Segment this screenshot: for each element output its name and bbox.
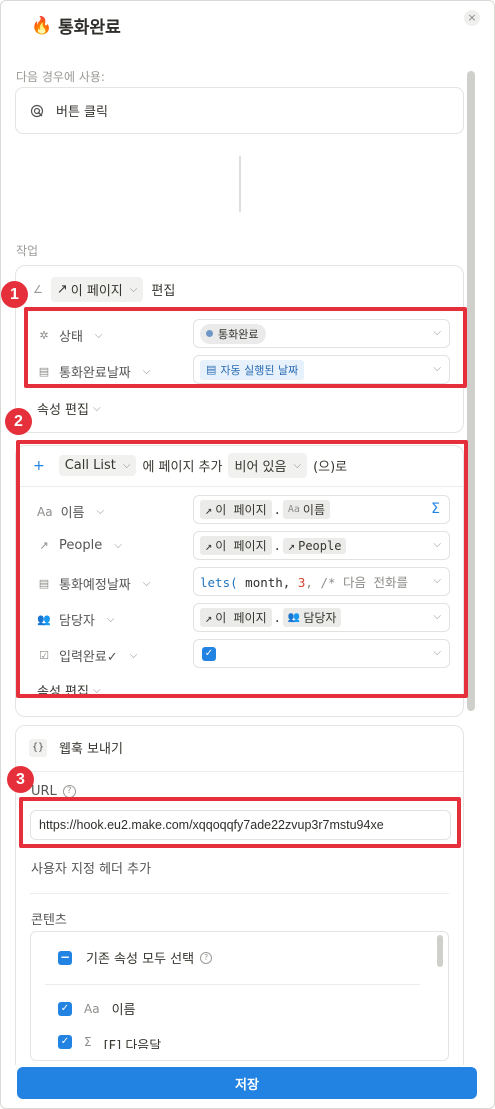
edit-pencil-icon: ∠ [33,283,43,296]
content-item-name[interactable]: ✓ Aa 이름 [58,999,135,1018]
edit-verb: 편집 [151,284,176,299]
checkbox-checked[interactable]: ✓ [58,1035,72,1049]
content-label: 콘텐츠 [31,913,67,928]
text-type-icon: Aa [84,1001,100,1016]
edit-props-link-1[interactable]: 속성 편집 ⌵ [37,399,101,418]
braces-icon: {} [29,738,47,757]
formula-icon: Σ [84,1035,92,1049]
panel-title-text: 통화완료 [58,18,121,38]
list-divider [45,984,420,985]
edit-props-text: 속성 편집 [37,403,89,418]
content-scrollbar[interactable] [437,935,443,967]
cursor-click-icon [30,104,44,117]
highlight-box-1 [24,307,467,388]
trigger-section-label: 다음 경우에 사용: [16,70,105,84]
annotation-badge-3: 3 [7,766,34,793]
edit-target-label: 이 페이지 [70,284,123,299]
arrow-up-right-icon: ↗ [56,282,68,297]
close-icon[interactable]: × [464,10,480,26]
help-icon[interactable]: ? [200,951,213,964]
section-divider [30,893,449,894]
edit-page-header: ∠ ↗ 이 페이지 ⌵ 편집 [33,277,175,302]
checkbox-checked[interactable]: ✓ [58,1001,72,1016]
edit-target-dropdown[interactable]: ↗ 이 페이지 ⌵ [50,277,144,302]
trigger-button-click[interactable]: 버튼 클릭 [15,87,464,134]
automation-panel: 🔥 통화완료 × 다음 경우에 사용: 버튼 클릭 작업 ∠ ↗ 이 페이지 ⌵… [0,0,495,1109]
content-item-next-month[interactable]: ✓ Σ [F] 다음달 [58,1035,161,1049]
checkbox-indeterminate[interactable]: − [58,950,72,965]
chevron-down-icon: ⌵ [129,284,138,295]
flame-icon: 🔥 [31,15,53,36]
highlight-box-3 [19,797,461,848]
annotation-badge-1: 1 [1,281,28,308]
chevron-down-icon: ⌵ [92,403,101,414]
content-item-text: [F] 다음달 [103,1039,162,1049]
webhook-header: {} 웹훅 보내기 [29,738,123,757]
card-divider [16,771,463,772]
custom-header-link[interactable]: 사용자 지정 헤더 추가 [31,858,151,877]
actions-section-label: 작업 [16,244,39,258]
annotation-badge-2: 2 [5,408,32,435]
select-all-text: 기존 속성 모두 선택 [86,952,195,967]
select-all-row[interactable]: − 기존 속성 모두 선택 ? [58,948,213,967]
panel-title: 🔥 통화완료 [31,13,121,39]
save-button[interactable]: 저장 [17,1067,477,1099]
connector-line [239,156,241,212]
highlight-box-2 [16,440,468,698]
content-item-text: 이름 [111,1003,136,1018]
panel-scrollbar[interactable] [467,71,475,711]
webhook-title: 웹훅 보내기 [59,742,123,757]
trigger-label: 버튼 클릭 [56,105,108,120]
